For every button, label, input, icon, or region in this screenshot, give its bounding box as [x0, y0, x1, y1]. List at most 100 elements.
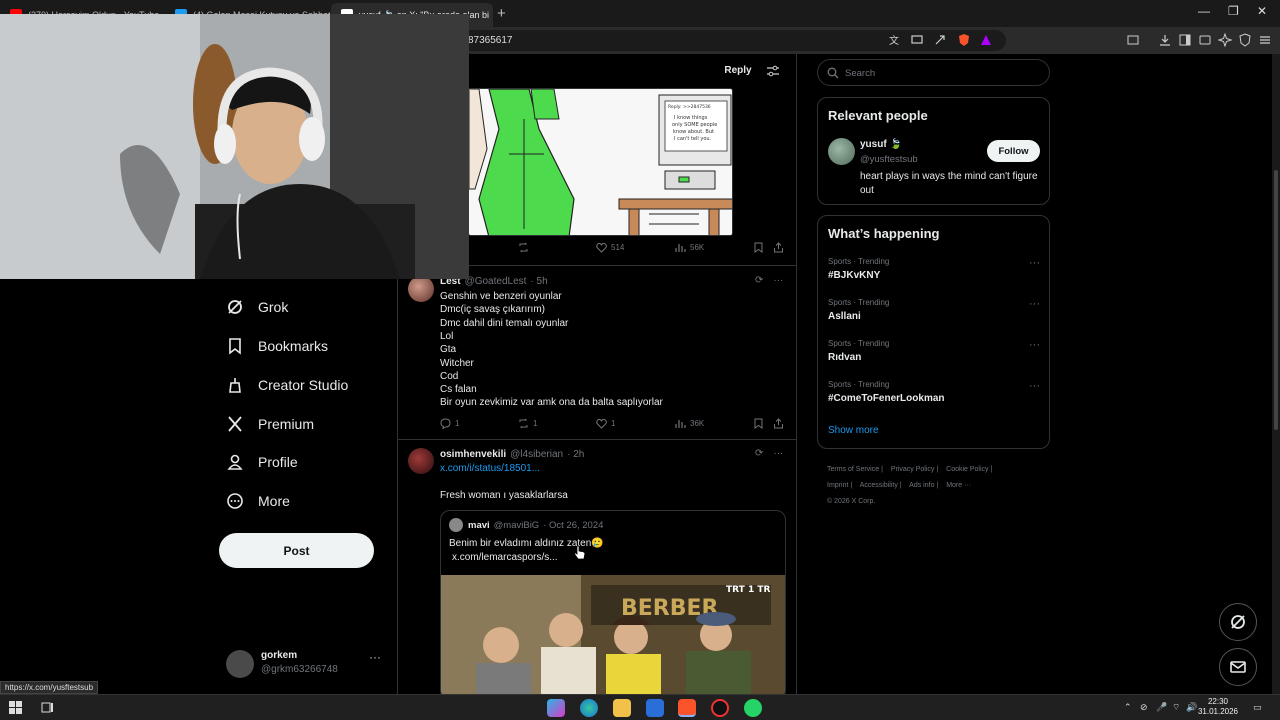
post-image[interactable]: Reply: >>2847536 I know things only SOME…: [468, 88, 733, 236]
nav-item-premium[interactable]: Premium: [226, 409, 314, 439]
menu-icon[interactable]: [1258, 33, 1272, 47]
like-action[interactable]: 514: [596, 242, 624, 253]
whatsapp-taskbar-icon[interactable]: [744, 699, 762, 717]
copilot-taskbar-icon[interactable]: [547, 699, 565, 717]
bookmark-action[interactable]: [753, 418, 764, 429]
edge-taskbar-icon[interactable]: [580, 699, 598, 717]
reader-icon[interactable]: [1178, 33, 1192, 47]
trend-item[interactable]: Sports · Trending Asllani ···: [828, 298, 1040, 328]
trend-more-icon[interactable]: ···: [1029, 298, 1040, 310]
close-window-button[interactable]: ✕: [1257, 4, 1267, 18]
nav-item-bookmarks[interactable]: Bookmarks: [226, 331, 328, 361]
post-link[interactable]: x.com/i/status/18501...: [440, 463, 540, 474]
tray-overflow-icon[interactable]: ⌃: [1124, 702, 1132, 713]
views-action[interactable]: 56K: [675, 242, 704, 253]
footer-link[interactable]: More ···: [946, 482, 971, 489]
trend-more-icon[interactable]: ···: [1029, 380, 1040, 392]
nav-item-creator-studio[interactable]: Creator Studio: [226, 370, 348, 400]
reply-button[interactable]: Reply: [723, 62, 753, 79]
grok-explain-icon[interactable]: ⟳: [755, 275, 763, 286]
post-button[interactable]: Post: [219, 533, 374, 568]
footer-links: Terms of Service | Privacy Policy | Cook…: [827, 462, 1047, 510]
taskbar-clock[interactable]: 22:30 31.01.2026: [1196, 697, 1240, 717]
leo-ai-icon[interactable]: [1218, 33, 1232, 47]
tray-network-icon[interactable]: ⊘: [1140, 702, 1148, 713]
share-icon[interactable]: [933, 33, 947, 47]
messages-fab-button[interactable]: [1219, 648, 1257, 686]
wallet-icon[interactable]: [1198, 33, 1212, 47]
repost-action[interactable]: 1: [518, 418, 537, 429]
footer-link[interactable]: Cookie Policy |: [946, 466, 992, 473]
brave-rewards-icon[interactable]: [979, 33, 993, 47]
avatar[interactable]: [408, 448, 434, 474]
bookmark-action[interactable]: [753, 242, 764, 253]
webcam-overlay: [0, 14, 469, 279]
trend-item[interactable]: Sports · Trending #BJKvKNY ···: [828, 257, 1040, 287]
notifications-icon[interactable]: ▭: [1253, 702, 1262, 713]
nav-item-profile[interactable]: Profile: [226, 447, 298, 477]
post-more-icon[interactable]: ···: [773, 448, 783, 459]
avatar[interactable]: [408, 276, 434, 302]
hand-cursor-icon: [574, 545, 586, 560]
trend-item[interactable]: Sports · Trending Rıdvan ···: [828, 339, 1040, 369]
scrollbar-thumb[interactable]: [1274, 170, 1278, 430]
footer-link[interactable]: Privacy Policy |: [891, 466, 938, 473]
trend-more-icon[interactable]: ···: [1029, 257, 1040, 269]
quoted-post[interactable]: mavi @maviBiG · Oct 26, 2024 Benim bir e…: [440, 510, 786, 694]
trend-item[interactable]: Sports · Trending #ComeToFenerLookman ··…: [828, 380, 1040, 410]
repost-action[interactable]: [518, 242, 529, 253]
download-icon[interactable]: [1158, 33, 1172, 47]
grok-fab-button[interactable]: [1219, 603, 1257, 641]
reply-action[interactable]: 1: [440, 418, 459, 429]
footer-link[interactable]: Accessibility |: [860, 482, 902, 489]
windows-start-icon[interactable]: [9, 701, 22, 714]
cast-icon[interactable]: [910, 33, 924, 47]
share-action[interactable]: [773, 418, 784, 429]
footer-link[interactable]: Imprint |: [827, 482, 852, 489]
search-input[interactable]: Search: [817, 59, 1050, 86]
grok-explain-icon[interactable]: ⟳: [755, 448, 763, 459]
tray-mic-icon[interactable]: 🎤: [1156, 702, 1167, 713]
mail-taskbar-icon[interactable]: [646, 699, 664, 717]
views-action[interactable]: 36K: [675, 418, 704, 429]
vpn-shield-icon[interactable]: [1238, 33, 1252, 47]
account-handle: @grkm63266748: [261, 664, 338, 675]
task-view-icon[interactable]: [41, 701, 54, 714]
brave-taskbar-icon[interactable]: [678, 699, 696, 717]
minimize-button[interactable]: —: [1198, 4, 1210, 18]
nav-item-more[interactable]: More: [226, 486, 290, 516]
reply-settings-icon[interactable]: [766, 64, 780, 78]
post-more-icon[interactable]: ···: [773, 275, 783, 286]
quote-link[interactable]: x.com/lemarcaspors/s...: [452, 552, 558, 563]
avatar[interactable]: [828, 138, 855, 165]
nav-item-grok[interactable]: Grok: [226, 292, 288, 322]
author-name[interactable]: osimhenvekili: [440, 449, 506, 460]
restore-button[interactable]: ❐: [1228, 4, 1239, 18]
post-time[interactable]: · 5h: [530, 276, 547, 287]
sidebar-toggle-icon[interactable]: [1126, 33, 1140, 47]
share-action[interactable]: [773, 242, 784, 253]
recording-app-taskbar-icon[interactable]: [711, 699, 729, 717]
author-handle[interactable]: @GoatedLest: [465, 276, 527, 287]
x-logo-icon: [228, 416, 242, 432]
nav-label: More: [258, 493, 290, 509]
person-name[interactable]: yusuf 🍃: [860, 139, 902, 150]
follow-button[interactable]: Follow: [987, 140, 1040, 162]
more-circle-icon: [227, 493, 243, 509]
brave-shield-icon[interactable]: [957, 33, 971, 47]
post-time[interactable]: · 2h: [567, 449, 584, 460]
author-handle[interactable]: @l4siberian: [510, 449, 563, 460]
show-more-link[interactable]: Show more: [828, 425, 879, 436]
quote-media[interactable]: BERBER TRT 1 TR: [441, 575, 785, 694]
new-tab-button[interactable]: +: [497, 5, 506, 22]
account-switcher[interactable]: gorkem @grkm63266748 ···: [226, 648, 386, 682]
translate-icon[interactable]: 文: [888, 33, 902, 47]
footer-link[interactable]: Terms of Service |: [827, 466, 883, 473]
like-action[interactable]: 1: [596, 418, 615, 429]
tray-wifi-icon[interactable]: ⌔: [1172, 702, 1180, 713]
trend-more-icon[interactable]: ···: [1029, 339, 1040, 351]
file-explorer-taskbar-icon[interactable]: [613, 699, 631, 717]
person-handle[interactable]: @yusftestsub: [860, 154, 918, 165]
footer-link[interactable]: Ads info |: [909, 482, 938, 489]
account-more-icon[interactable]: ···: [369, 650, 381, 664]
